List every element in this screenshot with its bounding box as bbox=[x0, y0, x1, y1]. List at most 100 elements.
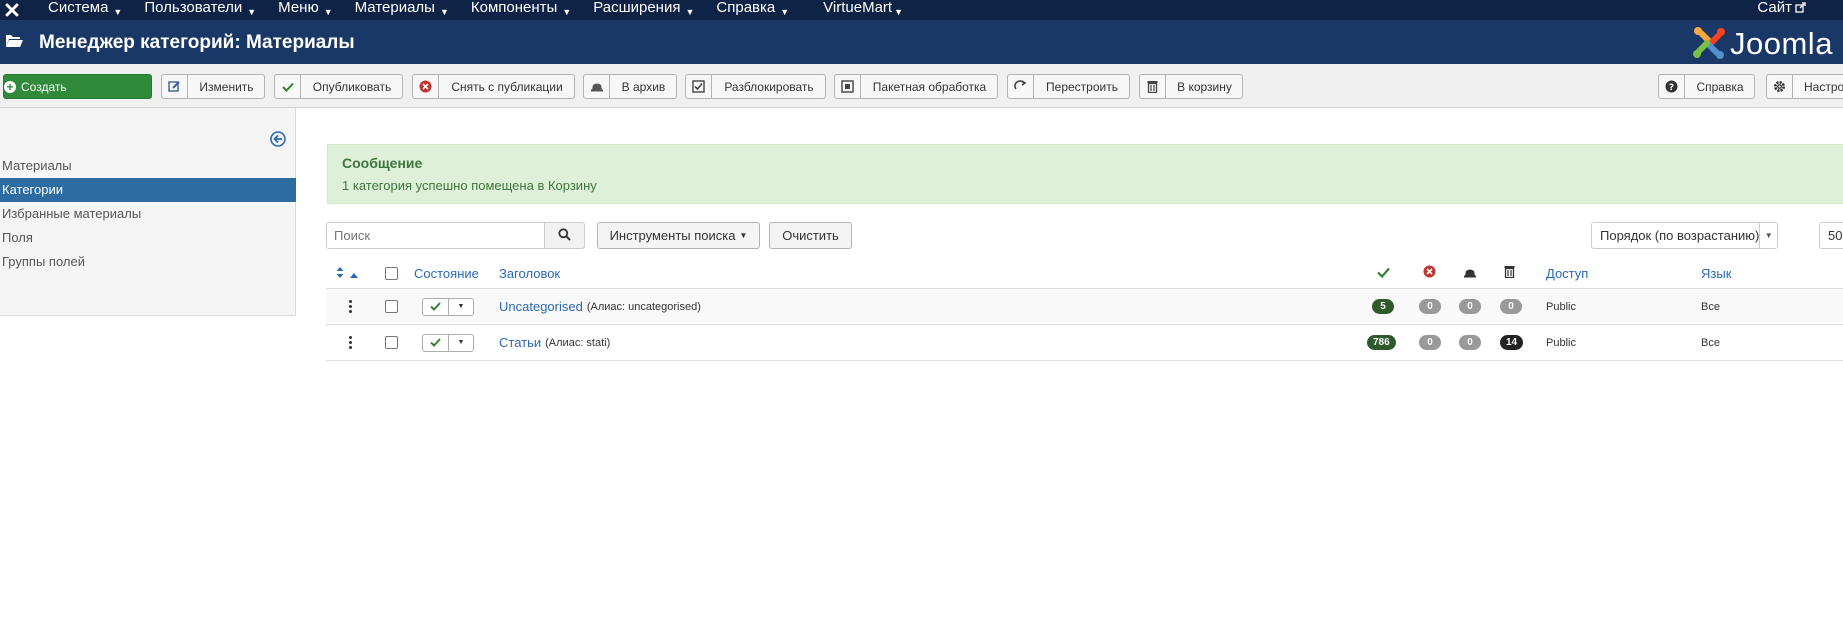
publish-toggle[interactable] bbox=[423, 334, 449, 351]
published-count-badge[interactable]: 5 bbox=[1372, 299, 1394, 314]
title-column-header[interactable]: Заголовок bbox=[499, 258, 560, 288]
trashed-column-header[interactable] bbox=[1504, 258, 1515, 288]
ordering-sort-header[interactable] bbox=[336, 258, 358, 288]
refresh-icon bbox=[1008, 75, 1034, 98]
menu-system[interactable]: Система ▼ bbox=[37, 0, 133, 20]
batch-button[interactable]: Пакетная обработка bbox=[834, 74, 998, 99]
checkin-button[interactable]: Разблокировать bbox=[685, 74, 826, 99]
published-count-badge[interactable]: 786 bbox=[1367, 335, 1396, 350]
joomla-logo-icon bbox=[1692, 26, 1726, 63]
menu-components[interactable]: Компоненты ▼ bbox=[460, 0, 582, 20]
status-dropdown-caret-icon[interactable]: ▼ bbox=[449, 299, 473, 315]
caret-down-icon: ▼ bbox=[739, 231, 748, 240]
table-row: ▼ Uncategorised (Алиас: uncategorised) 5… bbox=[326, 289, 1843, 325]
site-link[interactable]: Сайт bbox=[1757, 0, 1806, 18]
menu-extensions[interactable]: Расширения ▼ bbox=[582, 0, 705, 20]
publish-label: Опубликовать bbox=[312, 79, 392, 94]
access-value: Public bbox=[1546, 336, 1576, 349]
menu-content[interactable]: Материалы ▼ bbox=[344, 0, 460, 20]
check-icon bbox=[1377, 266, 1390, 281]
unpublish-button[interactable]: Снять с публикации bbox=[412, 74, 575, 99]
edit-button[interactable]: Изменить bbox=[161, 74, 265, 99]
sidebar-item-categories[interactable]: Категории bbox=[0, 178, 296, 202]
toolbar: + Создать Изменить Опубликовать Снять с п… bbox=[0, 64, 1843, 108]
select-all-checkbox[interactable] bbox=[385, 266, 398, 280]
status-cell: ▼ bbox=[422, 325, 474, 360]
archive-button[interactable]: В архив bbox=[583, 74, 677, 99]
status-dropdown-caret-icon[interactable]: ▼ bbox=[449, 335, 473, 351]
archived-column-header[interactable] bbox=[1463, 258, 1477, 288]
category-title-link[interactable]: Статьи bbox=[499, 335, 541, 350]
unpublished-count-cell: 0 bbox=[1419, 289, 1441, 324]
row-checkbox[interactable] bbox=[385, 336, 398, 349]
archive-icon bbox=[584, 75, 610, 98]
trash-button[interactable]: В корзину bbox=[1139, 74, 1243, 99]
trashed-count-badge[interactable]: 0 bbox=[1500, 299, 1522, 314]
language-column-header[interactable]: Язык bbox=[1701, 258, 1731, 288]
clear-button[interactable]: Очистить bbox=[769, 222, 852, 249]
row-checkbox[interactable] bbox=[385, 300, 398, 313]
drag-handle[interactable] bbox=[348, 325, 352, 360]
ordering-select[interactable]: Порядок (по возрастанию) ▼ bbox=[1591, 222, 1778, 249]
category-title-link[interactable]: Uncategorised bbox=[499, 299, 583, 314]
caret-down-icon: ▼ bbox=[685, 7, 695, 17]
search-tools-button[interactable]: Инструменты поиска ▼ bbox=[597, 222, 760, 249]
question-circle-icon: ? bbox=[1659, 75, 1685, 98]
edit-label: Изменить bbox=[199, 79, 254, 94]
publish-button[interactable]: Опубликовать bbox=[274, 74, 403, 99]
table-row: ▼ Статьи (Алиас: stati) 786 0 0 14 Publi… bbox=[326, 325, 1843, 361]
published-count-cell: 5 bbox=[1372, 289, 1394, 324]
status-toggle[interactable]: ▼ bbox=[422, 297, 474, 316]
archived-count-cell: 0 bbox=[1459, 289, 1481, 324]
limit-select[interactable]: 50 bbox=[1819, 222, 1843, 249]
menu-menus[interactable]: Меню ▼ bbox=[267, 0, 343, 20]
archived-count-badge[interactable]: 0 bbox=[1459, 299, 1481, 314]
title-cell: Статьи (Алиас: stati) bbox=[499, 325, 610, 360]
folder-open-icon bbox=[5, 33, 23, 48]
edit-icon bbox=[162, 75, 188, 98]
language-value: Все bbox=[1701, 300, 1720, 313]
menu-label: Система bbox=[48, 0, 109, 16]
publish-toggle[interactable] bbox=[423, 298, 449, 315]
sidebar-item-articles[interactable]: Материалы bbox=[0, 154, 296, 178]
search-input[interactable] bbox=[326, 222, 545, 249]
archived-count-badge[interactable]: 0 bbox=[1459, 335, 1481, 350]
trash-icon bbox=[1140, 75, 1166, 98]
options-button[interactable]: Настройки bbox=[1766, 74, 1843, 99]
drag-handle[interactable] bbox=[348, 289, 352, 324]
menu-users[interactable]: Пользователи ▼ bbox=[133, 0, 267, 20]
create-button[interactable]: + Создать bbox=[3, 74, 152, 99]
caret-down-icon: ▼ bbox=[562, 7, 572, 17]
status-toggle[interactable]: ▼ bbox=[422, 333, 474, 352]
collapse-sidebar-icon[interactable] bbox=[270, 131, 286, 147]
status-column-header[interactable]: Состояние bbox=[414, 258, 479, 288]
sidebar-item-fields[interactable]: Поля bbox=[0, 226, 296, 250]
unpublished-count-badge[interactable]: 0 bbox=[1419, 335, 1441, 350]
menu-virtuemart[interactable]: VirtueMart ▼ bbox=[812, 0, 914, 20]
trashed-count-badge[interactable]: 14 bbox=[1500, 335, 1524, 350]
gear-icon bbox=[1767, 75, 1793, 98]
published-column-header[interactable] bbox=[1377, 258, 1390, 288]
menu-label: VirtueMart bbox=[823, 0, 893, 16]
title-cell: Uncategorised (Алиас: uncategorised) bbox=[499, 289, 701, 324]
rebuild-button[interactable]: Перестроить bbox=[1007, 74, 1130, 99]
caret-down-icon: ▼ bbox=[780, 7, 790, 17]
ellipsis-vertical-icon bbox=[348, 336, 352, 349]
sidebar-item-featured[interactable]: Избранные материалы bbox=[0, 202, 296, 226]
page-title: Менеджер категорий: Материалы bbox=[39, 32, 355, 53]
joomla-x-icon[interactable] bbox=[0, 0, 24, 20]
unpublished-count-badge[interactable]: 0 bbox=[1419, 299, 1441, 314]
sort-icon bbox=[336, 266, 344, 281]
help-button[interactable]: ? Справка bbox=[1658, 74, 1755, 99]
sidebar-item-field-groups[interactable]: Группы полей bbox=[0, 250, 296, 274]
menu-help[interactable]: Справка ▼ bbox=[705, 0, 800, 20]
unpublished-column-header[interactable] bbox=[1423, 258, 1436, 288]
language-value: Все bbox=[1701, 336, 1720, 349]
search-tools-label: Инструменты поиска bbox=[609, 228, 736, 243]
joomla-brand: Joomla bbox=[1692, 24, 1833, 64]
times-circle-icon bbox=[1423, 265, 1436, 281]
search-button[interactable] bbox=[545, 222, 585, 249]
site-link-label: Сайт bbox=[1757, 0, 1792, 16]
trashed-count-cell: 14 bbox=[1500, 325, 1524, 360]
access-column-header[interactable]: Доступ bbox=[1546, 258, 1588, 288]
